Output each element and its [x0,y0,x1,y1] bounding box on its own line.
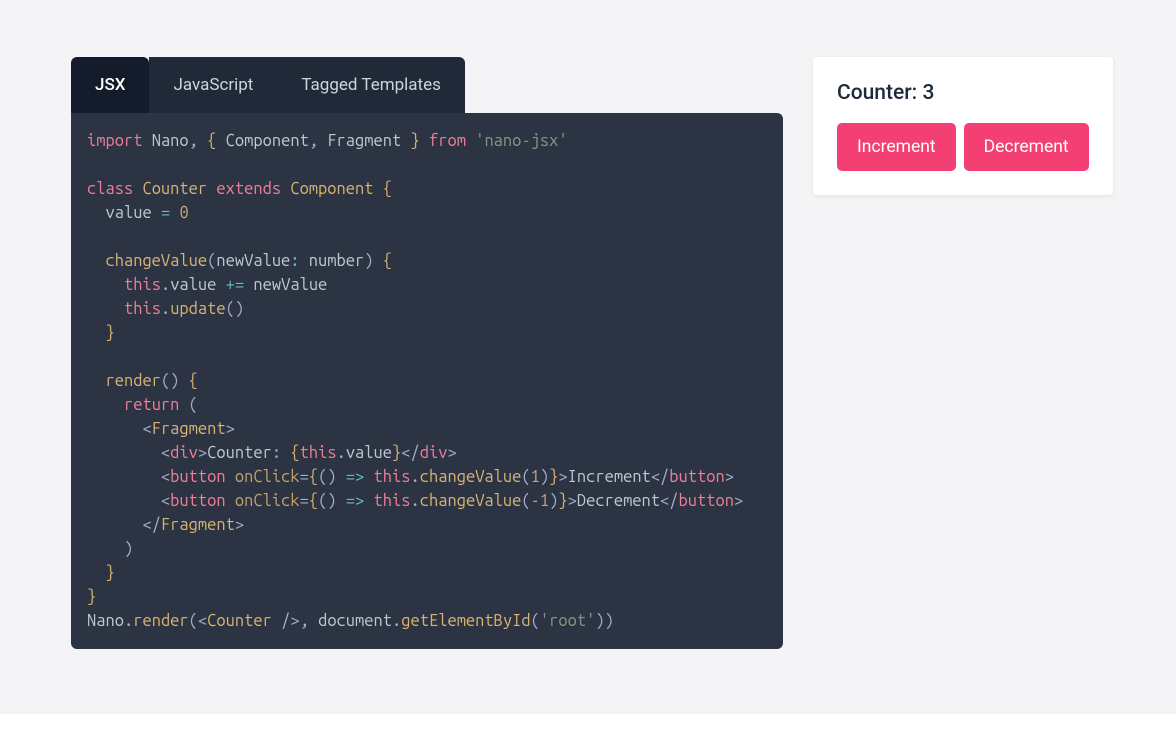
id-component-2: Component [290,180,373,198]
footer-band [0,714,1176,742]
kw-extends: extends [216,180,281,198]
kw-from: from [429,132,466,150]
tab-tagged-templates[interactable]: Tagged Templates [277,57,465,113]
code-block: import Nano, { Component, Fragment } fro… [71,113,783,649]
attr-onclick: onClick [235,468,300,486]
id-number: number [309,252,364,270]
str-root: 'root' [540,612,595,630]
result-column: Counter: 3 Increment Decrement [813,57,1113,195]
kw-class: class [87,180,133,198]
id-component: Component [226,132,309,150]
fn-getelementbyid: getElementById [401,612,530,630]
kw-import: import [87,132,142,150]
fn-render: render [105,372,160,390]
id-fragment: Fragment [327,132,401,150]
fn-update: update [170,300,225,318]
counter-label-text: Counter: [837,81,917,105]
kw-this: this [124,276,161,294]
increment-button[interactable]: Increment [837,123,956,171]
fn-changevalue: changeValue [105,252,207,270]
num-zero: 0 [179,204,188,222]
id-value: value [105,204,151,222]
id-newvalue: newValue [216,252,290,270]
str-lib: 'nano-jsx' [475,132,567,150]
tag-div: div [170,444,198,462]
code-tabs: JSX JavaScript Tagged Templates [71,57,783,113]
tab-javascript[interactable]: JavaScript [149,57,277,113]
decrement-button[interactable]: Decrement [964,123,1089,171]
counter-display: Counter: 3 [837,81,1089,105]
tab-jsx[interactable]: JSX [71,57,149,113]
id-nano: Nano [152,132,189,150]
counter-value: 3 [922,81,934,105]
tag-button: button [170,468,225,486]
button-row: Increment Decrement [837,123,1089,171]
main-container: JSX JavaScript Tagged Templates import N… [0,0,1176,649]
id-counter: Counter [142,180,207,198]
code-column: JSX JavaScript Tagged Templates import N… [71,57,783,649]
kw-return: return [124,396,179,414]
result-card: Counter: 3 Increment Decrement [813,57,1113,195]
